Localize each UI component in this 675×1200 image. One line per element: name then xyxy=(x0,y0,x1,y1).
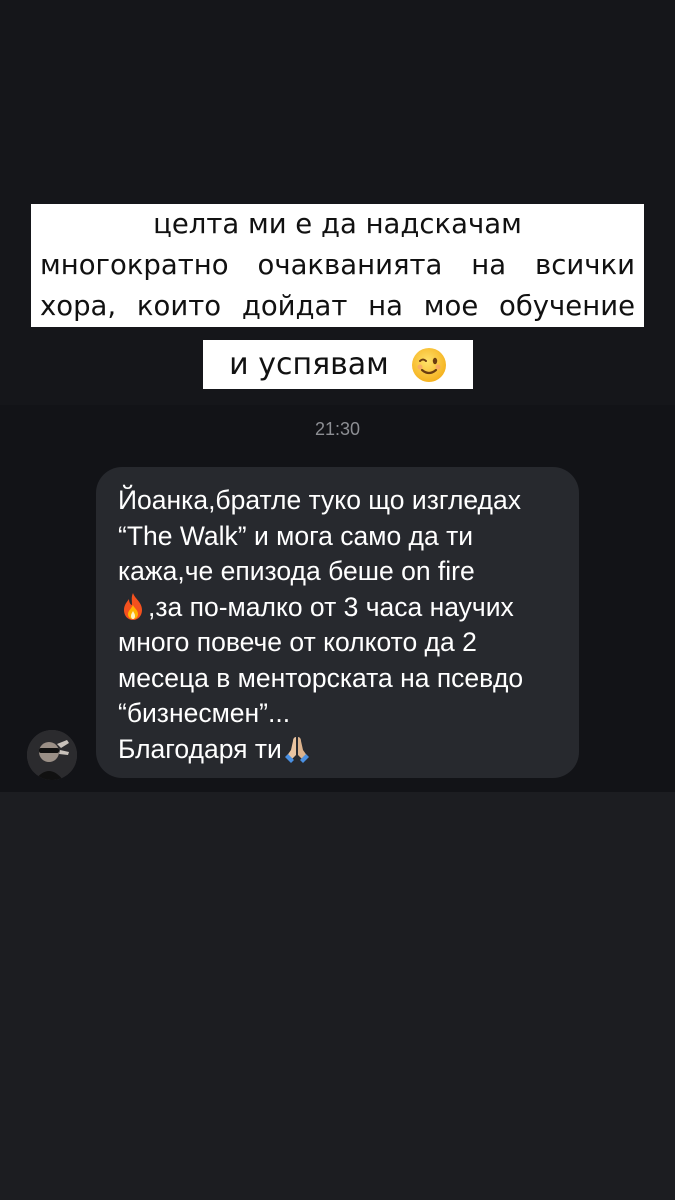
message-line: месеца в менторската на псевдо xyxy=(118,662,524,693)
message-line: кажа,че епизода беше on fire xyxy=(118,556,475,586)
caption-block-2: и успявам xyxy=(203,340,473,389)
fire-icon xyxy=(124,592,142,620)
message-line-text: Благодаря ти xyxy=(118,733,282,764)
avatar[interactable] xyxy=(27,730,77,780)
caption-line-2: многократно очакванията на всички xyxy=(40,249,635,281)
caption-block: целта ми е да надскачам многократно очак… xyxy=(31,204,644,327)
message-line: много повече от колкото да 2 xyxy=(118,627,477,657)
avatar-image xyxy=(27,730,77,780)
message-line-text: ,за по-малко от 3 часа научих xyxy=(148,591,514,622)
message-timestamp: 21:30 xyxy=(314,419,361,439)
story-caption-area: целта ми е да надскачам многократно очак… xyxy=(0,0,675,405)
empty-area xyxy=(0,792,675,1200)
message-line-with-fire: ,за по-малко от 3 часа научих xyxy=(118,590,557,626)
caption-line-3: хора, които дойдат на мое обучение xyxy=(40,290,635,322)
message-bubble[interactable]: Йоанка,братле туко що изгледах “The Walk… xyxy=(96,467,579,778)
message-line-with-pray: Благодаря ти xyxy=(118,732,557,768)
message-line: “The Walk” и мога само да ти xyxy=(118,520,474,551)
winking-face-icon xyxy=(411,347,446,382)
caption-line-1: целта ми е да надскачам xyxy=(153,208,522,240)
caption-line-4: и успявам xyxy=(229,347,389,382)
message-line: “бизнесмен”... xyxy=(118,698,291,728)
message-line: Йоанка,братле туко що изгледах xyxy=(118,485,522,515)
folded-hands-icon xyxy=(284,736,309,763)
